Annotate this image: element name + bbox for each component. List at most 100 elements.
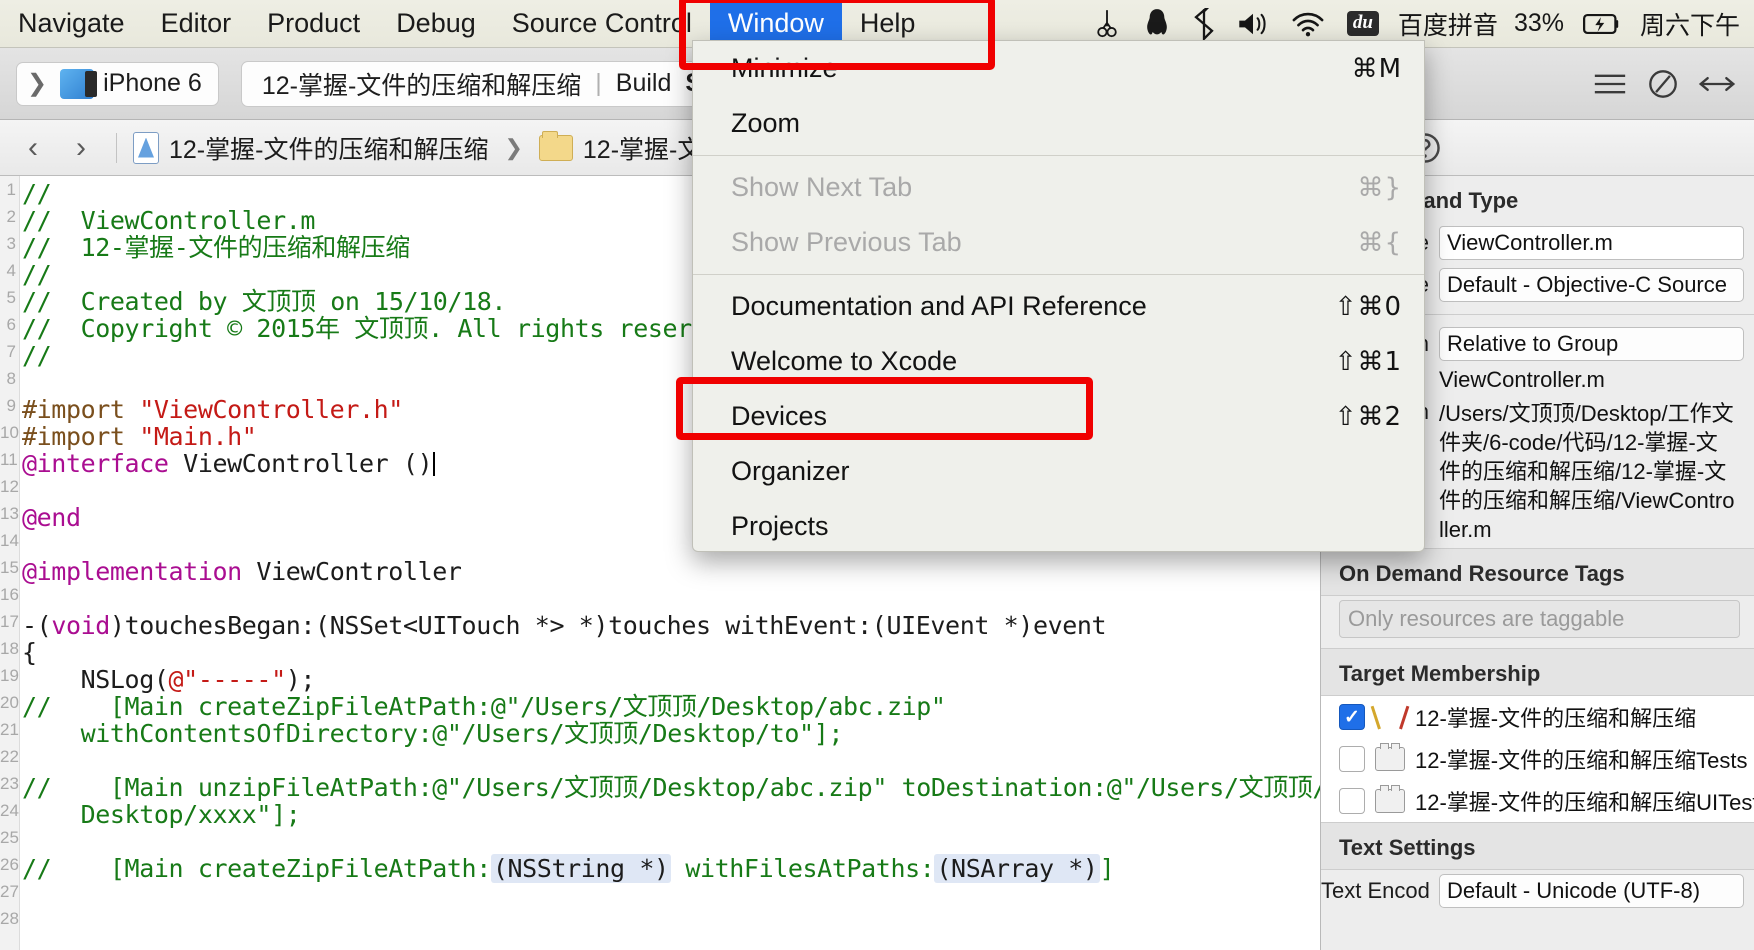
menu-item-zoom[interactable]: Zoom [693,96,1424,151]
menu-product[interactable]: Product [249,0,378,48]
code-token: // ViewController.m [22,206,316,235]
app-target-icon [1375,704,1405,730]
line-number-gutter: 1 2 3 4 5 6 7 8 9 10 11 12 13 14 15 16 17 18 19 20 21 22 23 24 2… [0,176,20,950]
menu-item-welcome-to-xcode[interactable]: Welcome to Xcode ⇧⌘1 [693,334,1424,389]
line-number: 3 [6,234,16,253]
scheme-destination-selector[interactable]: ❯ iPhone 6 [16,61,219,106]
breadcrumb-project-label: 12-掌握-文件的压缩和解压缩 [169,135,489,164]
odr-section-bar: On Demand Resource Tags [1321,548,1754,596]
inspector-row-text-encoding: Text Encoding Default - Unicode (UTF-8) [1321,870,1754,912]
menu-item-label: Documentation and API Reference [731,291,1147,321]
menu-item-shortcut: ⇧⌘1 [1334,346,1402,377]
breadcrumb-project[interactable]: 12-掌握-文件的压缩和解压缩 [133,130,488,166]
device-icon [60,68,98,99]
line-number: 8 [6,369,16,388]
odr-section-header: On Demand Resource Tags [1339,561,1625,586]
target-checkbox[interactable]: ✓ [1339,704,1365,730]
code-token: ] [1099,854,1115,883]
code-token: )touchesBegan:(NSSet<UITouch *> *)touche… [109,611,1107,640]
activity-build-prefix: Build [615,69,672,97]
line-number: 16 [0,585,19,604]
code-token: Desktop/xxxx"]; [22,800,301,829]
code-token: // 12-掌握-文件的压缩和解压缩 [22,233,410,262]
navigate-back-button[interactable]: ‹ [14,131,52,165]
code-token: ViewController [241,557,462,586]
code-token: withFilesAtPaths: [670,854,935,883]
code-line: -(void)touchesBegan:(NSSet<UITouch *> *)… [22,612,1320,639]
editor-standard-icon[interactable] [1592,70,1628,98]
line-number: 22 [0,747,19,766]
line-number: 28 [0,909,19,928]
code-token: // [22,341,52,370]
odr-tags-field[interactable]: Only resources are taggable [1339,600,1740,638]
location-popup[interactable]: Relative to Group [1439,327,1744,361]
menu-item-projects[interactable]: Projects [693,499,1424,551]
line-number: 7 [6,342,16,361]
code-line: withContentsOfDirectory:@"/Users/文顶顶/Des… [22,720,1320,747]
line-number: 21 [0,720,19,739]
code-token: // [22,260,52,289]
target-checkbox[interactable] [1339,746,1365,772]
menu-item-label: Show Previous Tab [731,227,962,257]
code-token: ); [285,665,316,694]
menu-item-organizer[interactable]: Organizer [693,444,1424,499]
battery-charging-icon[interactable] [1572,0,1632,48]
menu-item-documentation-and-api-reference[interactable]: Documentation and API Reference ⇧⌘0 [693,279,1424,334]
jumpbar-divider [116,132,117,163]
line-number: 12 [0,477,19,496]
line-number: 2 [6,207,16,226]
code-token: withContentsOfDirectory:@"/Users/文顶顶/Des… [22,719,844,748]
menu-editor[interactable]: Editor [143,0,250,48]
menu-item-label: Devices [731,401,828,431]
toolbar-right-buttons [1592,69,1744,99]
code-line: Desktop/xxxx"]; [22,801,1320,828]
code-token: -( [22,611,52,640]
menu-item-shortcut: ⌘{ [1357,227,1402,258]
target-membership-row[interactable]: ✓ 12-掌握-文件的压缩和解压缩 [1321,696,1754,738]
type-popup[interactable]: Default - Objective-C Source [1439,268,1744,302]
target-checkbox[interactable] [1339,788,1365,814]
target-membership-row[interactable]: 12-掌握-文件的压缩和解压缩UITests [1321,780,1754,822]
window-menu-dropdown[interactable]: Minimize ⌘M Zoom Show Next Tab ⌘} Show Previo… [692,40,1425,552]
du-badge-label: du [1346,11,1379,36]
clock-label[interactable]: 周六下午 [1632,6,1748,42]
target-name-label: 12-掌握-文件的压缩和解压缩 [1415,706,1697,731]
text-encoding-popup[interactable]: Default - Unicode (UTF-8) [1439,874,1744,908]
code-token: // Created by 文顶顶 on 15/10/18. [22,287,507,316]
activity-project-label: 12-掌握-文件的压缩和解压缩 [261,71,582,100]
line-number: 5 [6,288,16,307]
code-line: { [22,639,1320,666]
code-line: // [Main createZipFileAtPath:(NSString *… [22,854,1320,883]
battery-percent-label[interactable]: 33% [1506,9,1572,38]
menu-source-control[interactable]: Source Control [494,0,710,48]
name-field[interactable]: ViewController.m [1439,226,1744,260]
activity-separator: | [595,69,602,97]
input-method-label[interactable]: 百度拼音 [1390,6,1506,42]
line-number: 14 [0,531,19,550]
editor-version-icon[interactable] [1698,70,1736,98]
navigate-forward-button[interactable]: › [62,131,100,165]
text-encoding-label: Text Encoding [1321,878,1429,903]
code-line: // [Main createZipFileAtPath:@"/Users/文顶… [22,693,1320,720]
menu-item-label: Show Next Tab [731,172,913,202]
line-number: 4 [6,261,16,280]
scheme-chevron-icon: ❯ [27,70,48,97]
menu-item-devices[interactable]: Devices ⇧⌘2 [693,389,1424,444]
line-number: 6 [6,315,16,334]
menu-item-minimize[interactable]: Minimize ⌘M [693,41,1424,96]
target-membership-row[interactable]: 12-掌握-文件的压缩和解压缩Tests [1321,738,1754,780]
editor-assistant-icon[interactable] [1646,69,1680,99]
menu-item-label: Welcome to Xcode [731,346,958,376]
line-number: 11 [0,450,18,469]
line-number: 24 [0,801,19,820]
full-path-value: /Users/文顶顶/Desktop/工作文件夹/6-code/代码/12-掌握… [1439,401,1735,542]
menu-navigate[interactable]: Navigate [0,0,143,48]
line-number: 17 [0,612,19,631]
menu-debug[interactable]: Debug [378,0,494,48]
menu-item-show-previous-tab: Show Previous Tab ⌘{ [693,215,1424,270]
line-number: 10 [0,423,19,442]
code-token: // [Main createZipFileAtPath:@"/Users/文顶… [22,692,946,721]
menu-separator [693,274,1424,275]
